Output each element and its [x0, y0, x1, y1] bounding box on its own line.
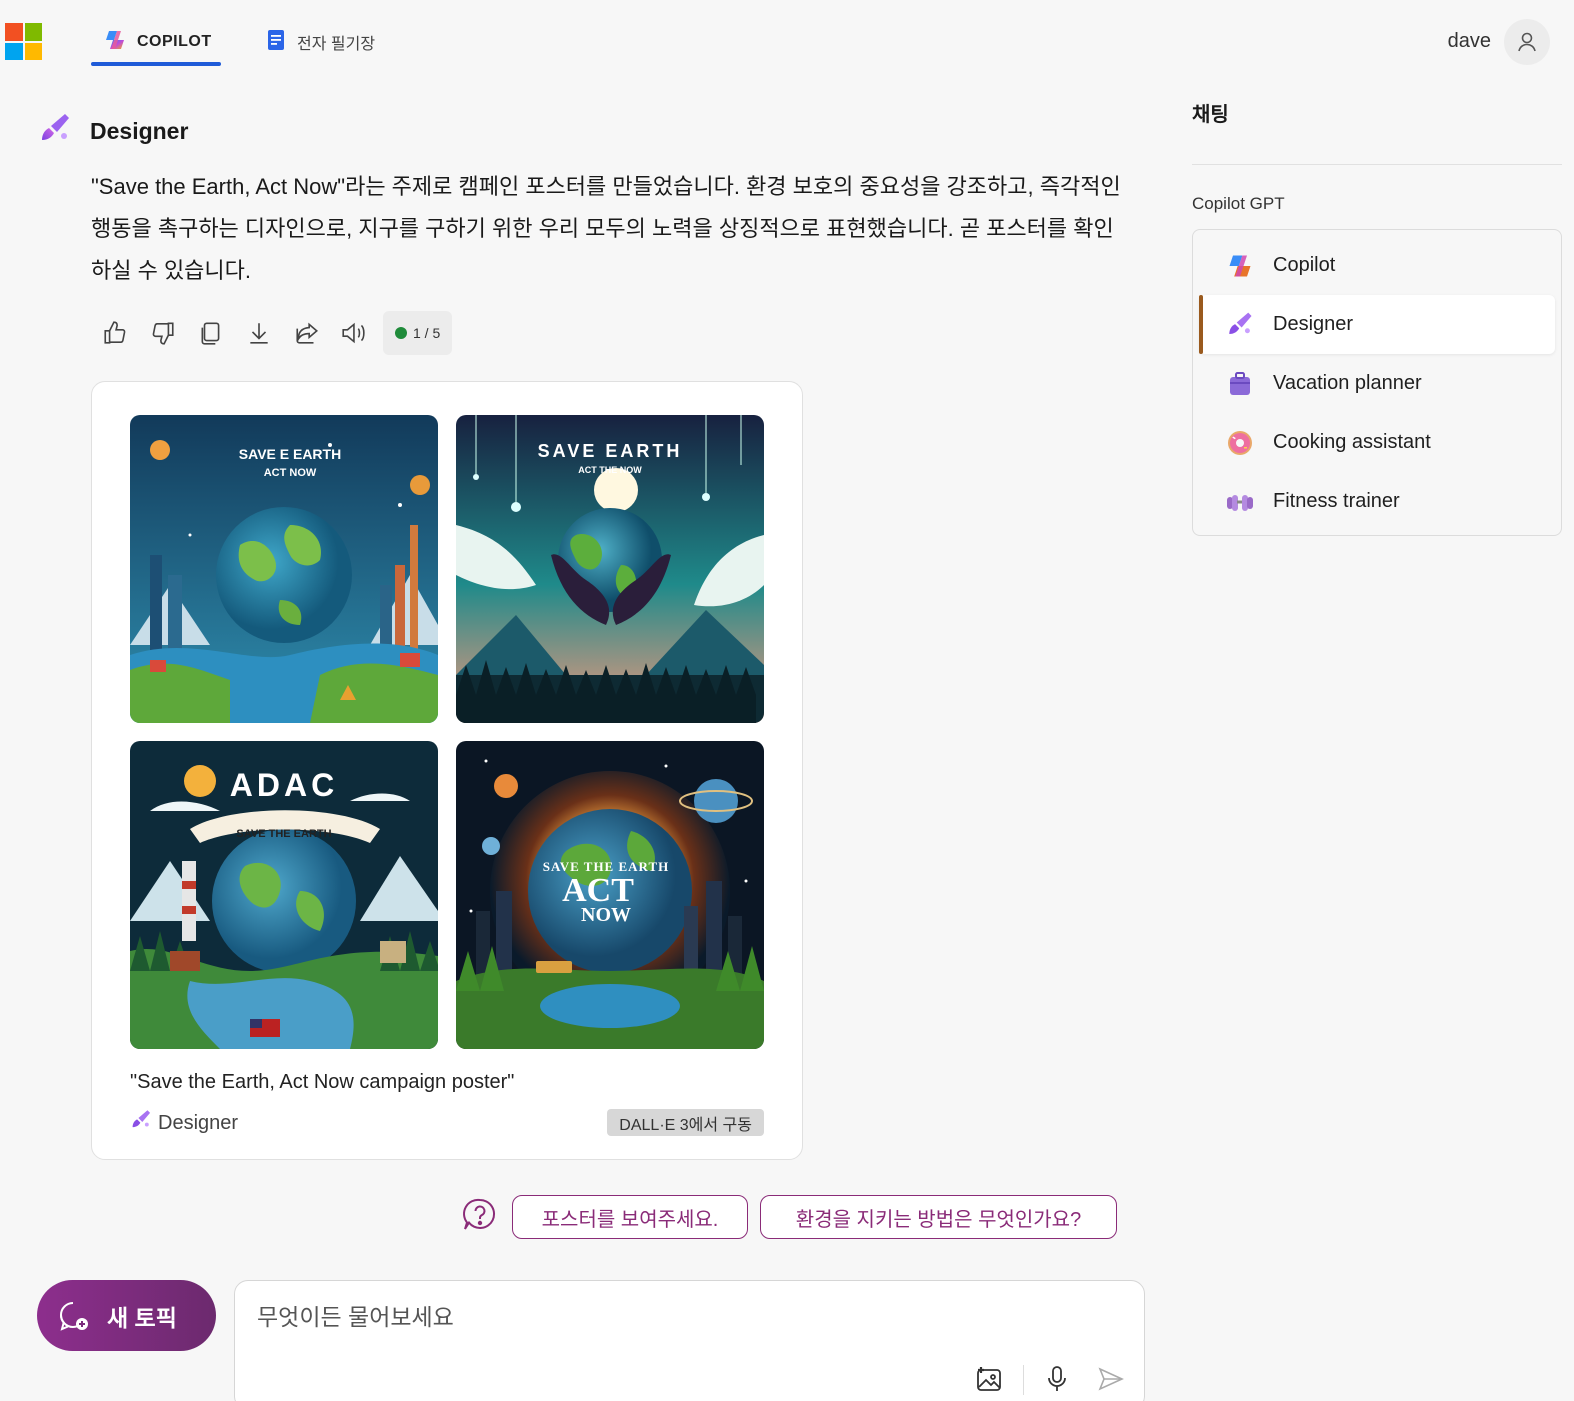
- chat-input[interactable]: [257, 1299, 1117, 1335]
- designer-icon: [1225, 310, 1255, 340]
- microphone-icon: [1048, 1366, 1066, 1391]
- gpt-list: Copilot Designer Vacation planner Cookin…: [1192, 229, 1562, 536]
- new-topic-button[interactable]: 새 토픽: [37, 1280, 216, 1351]
- image-1-title: SAVE E EARTH: [239, 446, 341, 462]
- image-2-title: SAVE EARTH: [538, 441, 683, 461]
- response-counter-text: 1 / 5: [413, 325, 441, 341]
- message-actions: 1 / 5: [91, 310, 453, 356]
- send-button[interactable]: [1095, 1363, 1127, 1395]
- sidebar-item-vacation-planner[interactable]: Vacation planner: [1199, 354, 1555, 413]
- sidebar-item-cooking-assistant[interactable]: Cooking assistant: [1199, 413, 1555, 472]
- message-sender: Designer: [38, 112, 188, 151]
- copilot-icon: [103, 28, 127, 57]
- download-button[interactable]: [235, 310, 283, 356]
- user-name[interactable]: dave: [1448, 30, 1491, 53]
- chat-input-box: [234, 1280, 1145, 1401]
- microsoft-logo[interactable]: [5, 23, 42, 60]
- image-upload-button[interactable]: [973, 1363, 1005, 1395]
- notebook-icon: [265, 28, 287, 57]
- image-caption: "Save the Earth, Act Now campaign poster…: [130, 1071, 515, 1093]
- response-counter[interactable]: 1 / 5: [383, 311, 453, 355]
- tab-copilot[interactable]: COPILOT: [91, 18, 221, 66]
- copy-icon: [201, 322, 220, 345]
- thumbs-down-button[interactable]: [139, 310, 187, 356]
- read-aloud-button[interactable]: [331, 310, 379, 356]
- dalle-badge: DALL·E 3에서 구동: [607, 1109, 764, 1136]
- avatar[interactable]: [1504, 19, 1550, 65]
- share-button[interactable]: [283, 310, 331, 356]
- generated-image-3[interactable]: ADAC SAVE THE EARTH: [130, 741, 438, 1049]
- status-dot: [395, 327, 407, 339]
- sidebar-item-designer[interactable]: Designer: [1199, 295, 1555, 354]
- generated-image-4[interactable]: SAVE THE EARTH ACT NOW: [456, 741, 764, 1049]
- sidebar-item-label: Vacation planner: [1273, 372, 1422, 394]
- image-grid: SAVE E EARTH ACT NOW SAVE EARTH ACT THE …: [130, 415, 764, 1049]
- sidebar-item-copilot[interactable]: Copilot: [1199, 236, 1555, 295]
- sender-name: Designer: [90, 118, 189, 144]
- assistant-message: "Save the Earth, Act Now"라는 주제로 캠페인 포스터를…: [91, 174, 1121, 283]
- question-icon: [462, 1197, 498, 1233]
- sidebar-title: 채팅: [1192, 104, 1229, 126]
- microphone-button[interactable]: [1041, 1363, 1073, 1395]
- tab-label: COPILOT: [137, 33, 212, 50]
- donut-icon: [1225, 428, 1255, 458]
- download-icon: [250, 323, 268, 344]
- sidebar-item-label: Cooking assistant: [1273, 431, 1431, 453]
- image-3-subtitle: SAVE THE EARTH: [236, 828, 331, 840]
- user-icon: [1518, 32, 1536, 52]
- sidebar-item-label: Copilot: [1273, 254, 1336, 276]
- image-source[interactable]: Designer: [130, 1109, 238, 1137]
- speaker-icon: [342, 322, 365, 344]
- sidebar-divider: [1192, 164, 1562, 165]
- send-icon: [1098, 1367, 1124, 1391]
- thumbs-up-icon: [104, 321, 126, 344]
- designer-icon: [38, 112, 72, 151]
- copy-button[interactable]: [187, 310, 235, 356]
- copilot-icon: [1225, 251, 1255, 281]
- suitcase-icon: [1225, 369, 1255, 399]
- thumbs-down-icon: [152, 322, 174, 345]
- image-1-subtitle: ACT NOW: [264, 467, 317, 479]
- thumbs-up-button[interactable]: [91, 310, 139, 356]
- image-source-label: Designer: [158, 1111, 239, 1134]
- image-4-now: NOW: [581, 904, 631, 926]
- sidebar-item-fitness-trainer[interactable]: Fitness trainer: [1199, 472, 1555, 531]
- new-topic-label: 새 토픽: [107, 1304, 177, 1331]
- sidebar-item-label: Fitness trainer: [1273, 490, 1400, 512]
- image-3-title: ADAC: [230, 767, 338, 803]
- input-divider: [1023, 1365, 1024, 1395]
- add-image-icon: [977, 1367, 1001, 1391]
- tab-label: 전자 필기장: [297, 36, 376, 53]
- image-result-card: SAVE E EARTH ACT NOW SAVE EARTH ACT THE …: [91, 381, 803, 1160]
- new-chat-icon: [60, 1301, 88, 1331]
- generated-image-2[interactable]: SAVE EARTH ACT THE NOW: [456, 415, 764, 723]
- sidebar-section-label: Copilot GPT: [1192, 194, 1285, 213]
- sidebar-item-label: Designer: [1273, 313, 1354, 335]
- tab-notebook[interactable]: 전자 필기장: [265, 18, 375, 66]
- image-2-subtitle: ACT THE NOW: [578, 465, 642, 475]
- suggestion-chip-2[interactable]: 환경을 지키는 방법은 무엇인가요?: [760, 1195, 1117, 1239]
- suggestion-chip-1[interactable]: 포스터를 보여주세요.: [512, 1195, 748, 1239]
- generated-image-1[interactable]: SAVE E EARTH ACT NOW: [130, 415, 438, 723]
- share-icon: [296, 322, 318, 344]
- designer-icon: [130, 1109, 152, 1137]
- dumbbell-icon: [1225, 487, 1255, 517]
